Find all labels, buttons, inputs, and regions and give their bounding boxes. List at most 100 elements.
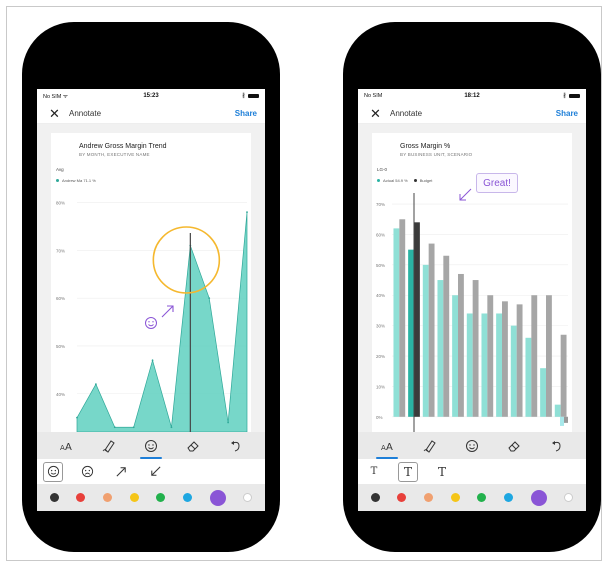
eraser-icon [187, 440, 200, 451]
phone-right: No SIM 18:12 ∦ ✕ Annotate Share Gross Ma… [343, 22, 601, 552]
y-tick-label: 20% [376, 354, 385, 359]
nav-title: Annotate [69, 108, 102, 118]
bar-budget [428, 243, 435, 417]
share-button[interactable]: Share [235, 109, 257, 118]
undo-icon [551, 440, 561, 451]
eraser-tool[interactable] [182, 435, 204, 457]
emoji-tool[interactable] [461, 435, 483, 457]
color-swatch-purple-selected[interactable] [530, 489, 547, 506]
color-palette [37, 484, 265, 511]
y-tick-label: 30% [376, 324, 385, 329]
color-swatch-peach[interactable] [424, 493, 434, 502]
data-point [151, 359, 154, 362]
data-point [113, 426, 116, 429]
annotation-canvas[interactable]: Gross Margin % BY BUSINESS UNIT, SCENARI… [358, 124, 586, 432]
arrow-down-left-sticker-option[interactable] [145, 462, 165, 482]
color-swatch-yellow[interactable] [450, 493, 460, 502]
frown-sticker-option[interactable] [77, 462, 97, 482]
y-tick-label: 40% [56, 392, 65, 397]
text-size-small-option[interactable]: T [364, 462, 384, 482]
bar-negative-budget [564, 416, 568, 423]
phone-right-screen: No SIM 18:12 ∦ ✕ Annotate Share Gross Ma… [358, 89, 586, 511]
bar-budget [487, 295, 494, 417]
bar-actual [393, 228, 400, 417]
pen-tool[interactable] [98, 435, 120, 457]
phone-left-screen: No SIM ᯤ 15:23 ∦ ✕ Annotate Share Andrew… [37, 89, 265, 511]
bar-actual [525, 337, 532, 417]
annotation-canvas[interactable]: Andrew Gross Margin Trend BY MONTH, EXEC… [37, 124, 265, 432]
clock: 15:23 [143, 93, 159, 99]
share-button[interactable]: Share [556, 109, 578, 118]
arrow-annotation [459, 188, 472, 201]
color-swatch-green[interactable] [156, 493, 166, 502]
visual-card: Andrew Gross Margin Trend BY MONTH, EXEC… [51, 133, 251, 432]
y-tick-label: 60% [56, 296, 65, 301]
arrow-annotation [161, 305, 174, 318]
text-size-medium-label: T [403, 464, 412, 479]
color-swatch-purple-selected[interactable] [209, 489, 226, 506]
color-swatch-peach[interactable] [103, 493, 113, 502]
eraser-icon [508, 440, 521, 451]
color-swatch-yellow[interactable] [129, 493, 139, 502]
nav-bar: ✕ Annotate Share [358, 103, 586, 124]
eraser-tool[interactable] [503, 435, 525, 457]
svg-text:A: A [65, 442, 72, 453]
frown-icon [81, 465, 93, 478]
undo-tool[interactable] [546, 435, 568, 457]
text-size-medium-option[interactable]: T [398, 461, 418, 482]
color-palette [358, 484, 586, 511]
color-swatch-black[interactable] [370, 493, 380, 502]
y-tick-label: 80% [56, 201, 65, 206]
bar-budget [531, 295, 538, 417]
color-swatch-blue[interactable] [182, 493, 192, 502]
data-point [246, 211, 248, 214]
color-swatch-white[interactable] [243, 493, 253, 502]
arrow-down-left-icon [150, 466, 161, 476]
color-swatch-green[interactable] [477, 493, 487, 502]
bar-budget [546, 295, 552, 417]
bar-actual [481, 313, 488, 417]
undo-tool[interactable] [225, 435, 247, 457]
bar-negative [560, 416, 564, 426]
y-tick-label: 70% [376, 202, 385, 207]
data-point [76, 416, 78, 419]
color-swatch-blue[interactable] [503, 493, 513, 502]
status-bar: No SIM 18:12 ∦ [358, 89, 586, 103]
bar-budget [399, 219, 406, 417]
visual-card: Gross Margin % BY BUSINESS UNIT, SCENARI… [372, 133, 572, 432]
data-point [227, 421, 230, 424]
bar-actual [452, 295, 458, 417]
color-swatch-black[interactable] [49, 493, 59, 502]
data-point [170, 426, 173, 429]
smiley-icon [47, 465, 59, 478]
annotation-toolbar: AA [358, 432, 586, 459]
annotation-toolbar: AA [37, 432, 265, 459]
text-size-large-option[interactable]: T [432, 462, 452, 482]
color-swatch-red[interactable] [397, 493, 407, 502]
close-icon[interactable]: ✕ [370, 107, 384, 120]
emoji-tool[interactable] [139, 435, 162, 459]
undo-icon [230, 440, 240, 451]
bar-budget [443, 255, 450, 417]
color-swatch-red[interactable] [76, 493, 86, 502]
y-tick-label: 10% [376, 384, 385, 389]
bar-actual [422, 264, 429, 417]
y-tick-label: 0% [376, 415, 383, 420]
smiley-face [145, 317, 157, 329]
color-swatch-white[interactable] [564, 493, 574, 502]
text-size-options: T T T [358, 459, 586, 484]
bar-chart: 70% 60% 50% 40% 30% 20% 10% 0% [376, 188, 568, 432]
text-size-icon: AA [381, 442, 393, 453]
text-size-tool[interactable]: AA [55, 435, 77, 457]
close-icon[interactable]: ✕ [49, 107, 63, 120]
y-tick-label: 50% [376, 263, 385, 268]
y-tick-label: 50% [56, 344, 65, 349]
smiley-sticker-option[interactable] [43, 461, 63, 482]
bar-budget [414, 222, 420, 417]
bar-actual [510, 325, 517, 417]
text-size-tool[interactable]: AA [376, 435, 399, 459]
pen-tool[interactable] [419, 435, 441, 457]
arrow-up-right-sticker-option[interactable] [111, 462, 131, 482]
y-tick-label: 40% [376, 293, 385, 298]
data-point [94, 383, 97, 386]
